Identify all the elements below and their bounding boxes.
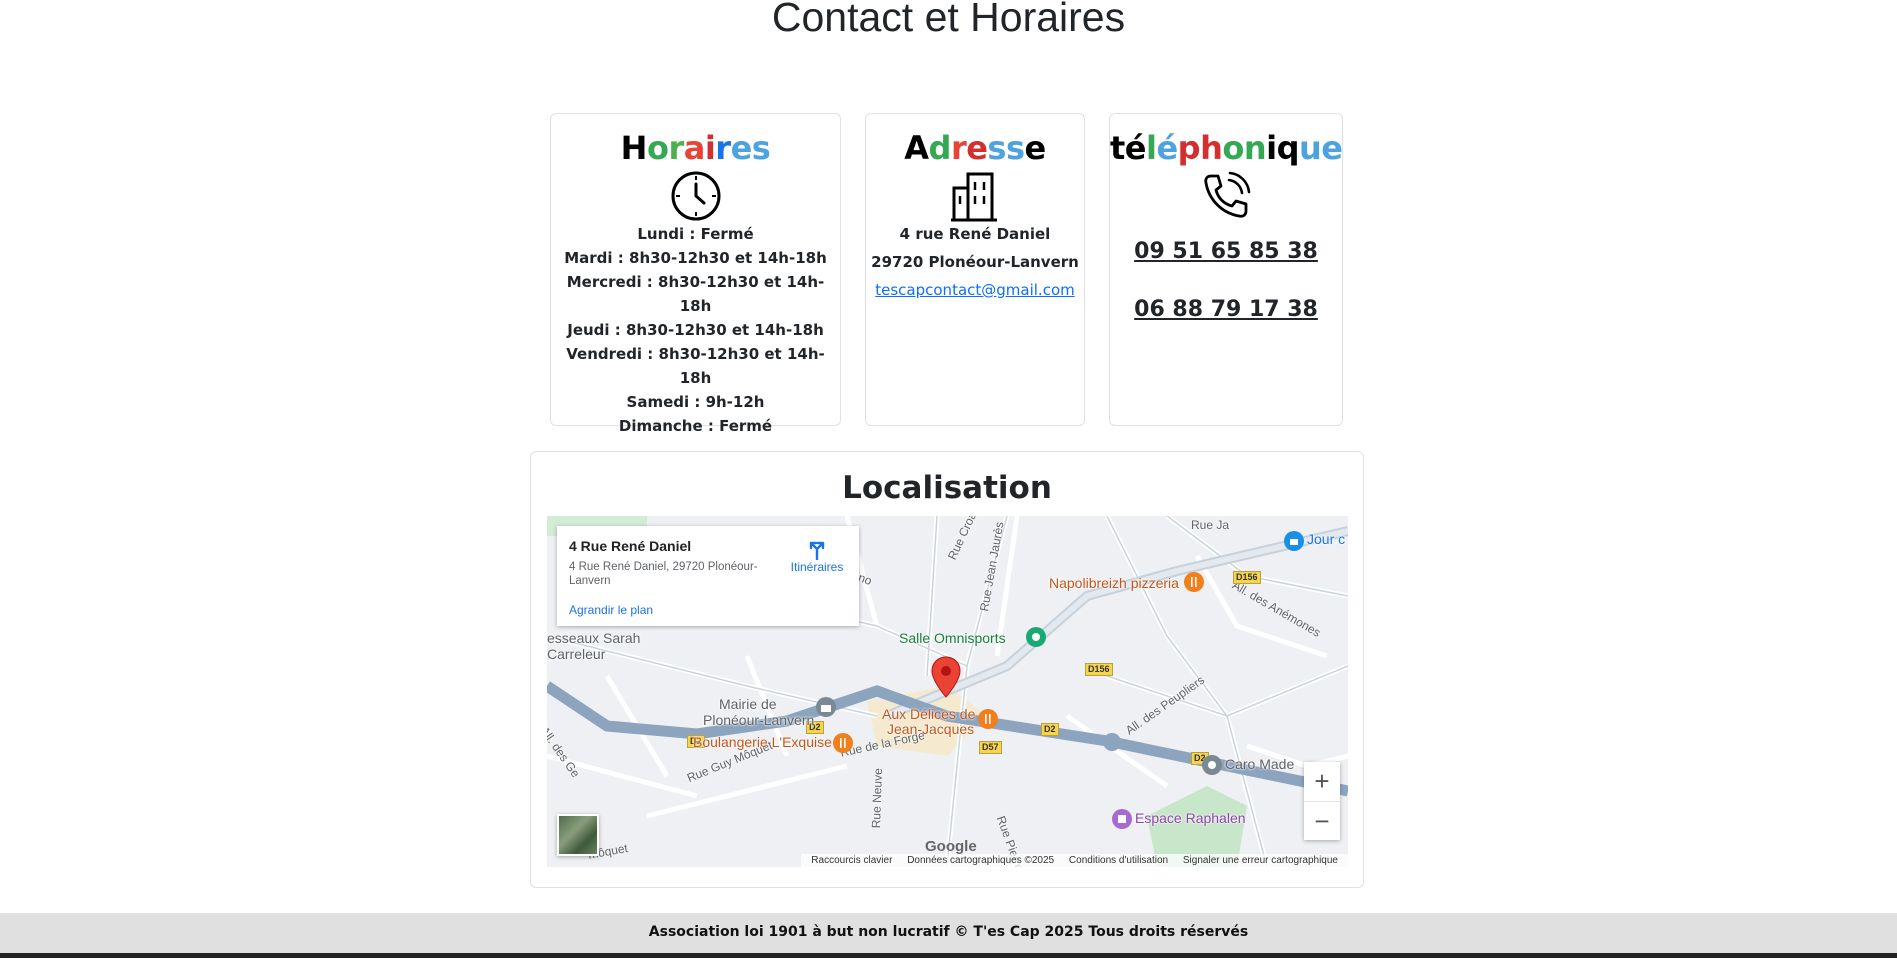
title-letter: i (704, 129, 716, 167)
culture-icon (1112, 809, 1132, 829)
map-pin-icon[interactable] (931, 656, 961, 698)
page-title: Contact et Horaires (771, 0, 1126, 40)
bottom-bar (0, 953, 1897, 958)
address-title: Adresse (866, 130, 1084, 166)
place-icon (1202, 755, 1222, 775)
poi-delices[interactable]: Jean-Jacques (887, 721, 974, 737)
title-letter: o (1222, 129, 1244, 167)
address-city: 29720 Plonéour-Lanvern (871, 253, 1079, 271)
poi-mairie[interactable]: Mairie de (719, 696, 777, 712)
hours-line: Mardi : 8h30-12h30 et 14h-18h (564, 249, 827, 267)
title-letter: h (1200, 129, 1223, 167)
road-shield: D2 (1041, 723, 1059, 736)
phone-number-link[interactable]: 06 88 79 17 38 (1110, 296, 1342, 324)
sports-icon (1026, 627, 1046, 647)
title-letter: r (715, 129, 731, 167)
title-letter: n (1243, 129, 1267, 167)
map[interactable]: Rue Croas ar Bli Rue Jean Jaurès All. de… (547, 516, 1348, 867)
map-infobox: 4 Rue René Daniel 4 Rue René Daniel, 297… (557, 526, 859, 626)
title-letter: A (904, 129, 929, 167)
poi-mairie[interactable]: Plonéour-Lanvern (703, 712, 814, 728)
road-shield: D57 (979, 741, 1002, 754)
title-letter: o (646, 129, 669, 167)
title-letter: e (1024, 129, 1047, 167)
zoom-out-button[interactable]: − (1304, 802, 1340, 841)
poi-carreleur[interactable]: Carreleur (547, 646, 605, 662)
infobox-address: 4 Rue René Daniel, 29720 Plonéour-Lanver… (569, 561, 758, 587)
address-card: Adresse 4 rue René Daniel 29720 Plonéour… (865, 113, 1085, 426)
google-logo: Google (925, 838, 977, 855)
phone-number-link[interactable]: 09 51 65 85 38 (1110, 238, 1342, 266)
title-letter: e (730, 129, 753, 167)
title-letter: e (1321, 129, 1343, 167)
keyboard-shortcuts-link[interactable]: Raccourcis clavier (811, 855, 892, 866)
zoom-controls: + − (1304, 762, 1340, 840)
restaurant-icon (833, 733, 853, 753)
title-letter: é (1156, 129, 1178, 167)
title-letter: t (1110, 129, 1125, 167)
footer: Association loi 1901 à but non lucratif … (0, 913, 1897, 953)
phone-title: téléphonique (1110, 129, 1343, 167)
email-link[interactable]: tescapcontact@gmail.com (875, 281, 1074, 299)
title-letter: l (1146, 129, 1157, 167)
location-title: Localisation (842, 470, 1052, 506)
shopping-icon (1284, 531, 1304, 551)
satellite-toggle[interactable] (557, 814, 599, 856)
title-letter: s (751, 129, 771, 167)
road-label: Rue Ja (1191, 518, 1230, 532)
directions-icon (809, 541, 825, 560)
road-shield: D156 (1085, 663, 1113, 676)
poi-delices[interactable]: Aux Délices de (882, 706, 975, 722)
restaurant-icon (1184, 572, 1204, 592)
restaurant-icon (978, 709, 998, 729)
clock-icon (671, 171, 720, 221)
road-shield: D156 (1233, 571, 1261, 584)
title-letter: q (1276, 129, 1300, 167)
phone-card: téléphonique 09 51 65 85 38 06 88 79 17 … (1109, 113, 1343, 426)
poi-jour[interactable]: Jour c (1307, 531, 1345, 547)
terms-link[interactable]: Conditions d'utilisation (1069, 855, 1168, 866)
map-data-text: Données cartographiques ©2025 (907, 855, 1055, 866)
location-card: Localisation Rue Jean Jaurès All. des An… (530, 451, 1364, 888)
poi-pizzeria[interactable]: Napolibreizh pizzeria (1049, 575, 1179, 591)
poi-omnisports[interactable]: Salle Omnisports (899, 630, 1006, 646)
hours-line: Samedi : 9h-12h (626, 393, 765, 411)
poi-boulangerie[interactable]: Boulangerie L'Exquise (693, 734, 832, 750)
infobox-title: 4 Rue René Daniel (569, 538, 692, 554)
poi-caro[interactable]: Caro Made (1225, 756, 1294, 772)
phone-icon (1204, 171, 1251, 218)
title-letter: H (620, 129, 648, 167)
title-letter: a (683, 129, 706, 167)
title-letter: s (1005, 129, 1025, 167)
title-letter: d (928, 129, 952, 167)
hours-title: Horaires (551, 130, 840, 166)
hours-line: Mercredi : 8h30-12h30 et 14h-18h (566, 273, 825, 315)
title-letter: r (950, 129, 967, 167)
hours-line: Lundi : Fermé (637, 225, 754, 243)
title-letter: p (1177, 129, 1201, 167)
title-letter: é (1124, 129, 1147, 167)
address-street: 4 rue René Daniel (899, 225, 1051, 243)
poi-espace[interactable]: Espace Raphalen (1135, 810, 1246, 826)
poi-carreleur[interactable]: esseaux Sarah (547, 630, 640, 646)
map-attribution: Raccourcis clavier Données cartographiqu… (801, 854, 1348, 867)
hours-line: Jeudi : 8h30-12h30 et 14h-18h (567, 321, 824, 339)
hours-card: Horaires Lundi : Fermé Mardi : 8h30-12h3… (550, 113, 841, 435)
townhall-icon (816, 697, 836, 717)
title-letter: u (1299, 129, 1322, 167)
hours-line: Vendredi : 8h30-12h30 et 14h-18h (566, 345, 825, 387)
title-letter: i (1266, 129, 1277, 167)
directions-button[interactable]: Itinéraires (779, 538, 855, 574)
title-letter: r (668, 129, 684, 167)
title-letter: s (987, 129, 1006, 167)
building-icon (951, 172, 997, 222)
directions-label: Itinéraires (790, 560, 844, 574)
road-label: Rue Neuve (869, 767, 886, 829)
title-letter: e (966, 129, 988, 167)
report-error-link[interactable]: Signaler une erreur cartographique (1183, 855, 1338, 866)
hours-line: Dimanche : Fermé (618, 417, 773, 435)
enlarge-map-link[interactable]: Agrandir le plan (569, 603, 653, 617)
zoom-in-button[interactable]: + (1304, 762, 1340, 802)
